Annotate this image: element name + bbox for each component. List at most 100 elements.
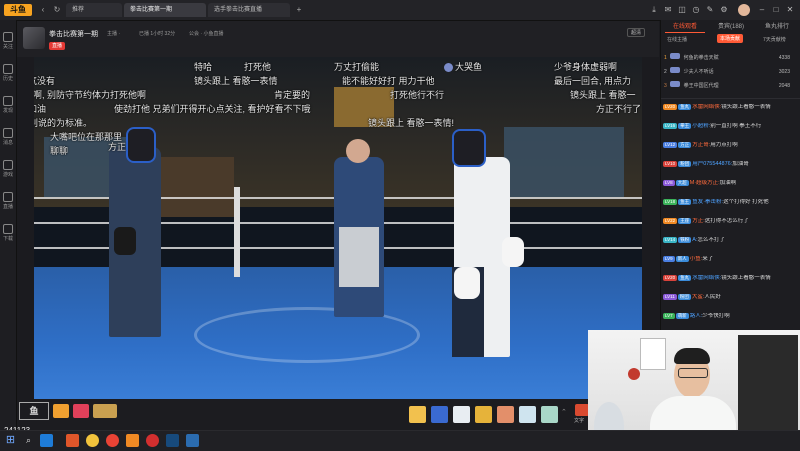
level-badge: LV18 xyxy=(663,199,678,205)
gift-bar: 鱼 ⌃ 文字 xyxy=(17,400,659,430)
subtab-7day[interactable]: 7天贡献榜 xyxy=(763,36,786,43)
sidebar-item-download[interactable]: 下载 xyxy=(0,222,16,244)
chevron-up-icon[interactable]: ⌃ xyxy=(561,408,567,416)
gift-item-icon[interactable] xyxy=(453,406,470,423)
chat-username[interactable]: 方正: xyxy=(692,218,705,224)
tab-label: 拳击比赛第一期 xyxy=(130,7,173,13)
gift-item-icon[interactable] xyxy=(475,406,492,423)
chat-username[interactable]: 大鲨: xyxy=(692,294,705,300)
chat-username[interactable]: M·超级方正: xyxy=(690,180,720,186)
sidebar-item-label: 下载 xyxy=(2,236,13,242)
streamer-avatar[interactable] xyxy=(23,27,45,49)
chat-username[interactable]: 小鱼: xyxy=(690,256,703,262)
tab-active-stream[interactable]: 拳击比赛第一期 xyxy=(124,3,206,17)
download-icon[interactable]: ⤓ xyxy=(648,4,660,16)
danmu-message: 能不能好好打 用力干他 xyxy=(342,76,435,86)
fish-logo-icon[interactable]: 鱼 xyxy=(19,402,49,420)
tab-rank[interactable]: 鱼丸排行 xyxy=(757,22,797,32)
app-icon[interactable] xyxy=(146,434,159,447)
app-icon[interactable] xyxy=(66,434,79,447)
danmu-message: 万丈打偷能 xyxy=(334,62,380,72)
referee-head xyxy=(346,139,370,163)
treasure-icon[interactable] xyxy=(53,404,69,418)
rank-score: 4338 xyxy=(778,55,790,61)
chat-username[interactable]: 方正哥: xyxy=(692,142,710,148)
stream-header: 拳击比赛第一期 直播 主播 · 已播 1小时 32分 公会 · 小鱼直播 超清 xyxy=(17,21,659,57)
fan-badge: 方正 xyxy=(678,142,692,148)
stream-guild: 公会 · 小鱼直播 xyxy=(189,31,224,37)
app-icon[interactable] xyxy=(86,434,99,447)
video-player[interactable]: 特哈 打死他 万丈打偷能 大哭鱼 少爷身体虚弱啊 气没有 镜头跟上 看憨一表情 … xyxy=(34,57,642,399)
new-tab-icon[interactable]: + xyxy=(294,5,304,15)
app-icon[interactable] xyxy=(186,434,199,447)
history-icon[interactable]: ◷ xyxy=(690,4,702,16)
rank-row[interactable]: 2 少夫人不听话 3023 xyxy=(664,66,798,78)
bag-icon[interactable]: ◫ xyxy=(676,4,688,16)
steam-icon[interactable] xyxy=(166,434,179,447)
rank-score: 2048 xyxy=(778,83,790,89)
tab-vip[interactable]: 贵宾(188) xyxy=(711,22,751,32)
minimize-icon[interactable]: – xyxy=(756,4,768,16)
windows-start-icon[interactable]: ⊞ xyxy=(4,434,17,447)
rank-score: 3023 xyxy=(778,69,790,75)
fan-badge: 拳王 xyxy=(678,123,692,129)
search-icon[interactable]: ⌕ xyxy=(22,434,35,447)
maximize-icon[interactable]: □ xyxy=(770,4,782,16)
sidebar-item-label: 发现 xyxy=(2,108,13,114)
sidebar-item-discover[interactable]: 发现 xyxy=(0,94,16,116)
gift-item-icon[interactable] xyxy=(431,406,448,423)
chat-username[interactable]: 路人: xyxy=(690,313,703,319)
sidebar-item-history[interactable]: 历史 xyxy=(0,62,16,84)
tab-label: 选手拳击比赛直播 xyxy=(214,7,263,13)
danmu-message: 肯定要的 xyxy=(274,90,311,100)
user-avatar[interactable] xyxy=(738,4,750,16)
level-badge: LV10 xyxy=(663,161,678,167)
chat-username[interactable]: 水雷网络侠: xyxy=(692,104,721,110)
gift-icon[interactable]: ✉ xyxy=(662,4,674,16)
app-logo[interactable]: 斗鱼 xyxy=(4,4,32,16)
chat-username[interactable]: 水雷网络侠: xyxy=(692,275,721,281)
sidebar-item-message[interactable]: 消息 xyxy=(0,126,16,148)
chat-username[interactable]: 小超粉: xyxy=(692,123,710,129)
gift-item-icon[interactable] xyxy=(541,406,558,423)
event-icon[interactable] xyxy=(93,404,117,418)
chrome-icon[interactable] xyxy=(106,434,119,447)
refresh-icon[interactable]: ↻ xyxy=(52,5,62,15)
sidebar-item-games[interactable]: 游戏 xyxy=(0,158,16,180)
close-icon[interactable]: ✕ xyxy=(784,4,796,16)
headgear-left xyxy=(126,127,156,163)
danmu-message: 打死他行不行 xyxy=(390,90,445,100)
subtab-online-streamer[interactable]: 在线主播 xyxy=(667,36,687,43)
rank-row[interactable]: 3 拳王中国区代理 2048 xyxy=(664,80,798,92)
taskview-icon[interactable] xyxy=(40,434,53,447)
settings-icon[interactable]: ⚙ xyxy=(718,4,730,16)
quality-select[interactable]: 超清 xyxy=(627,28,646,37)
rank-number: 1 xyxy=(664,55,667,61)
tab-online[interactable]: 在线观看 xyxy=(665,22,705,33)
danmu-message: 啥啊, 别防守节约体力打死他啊 xyxy=(34,90,147,100)
message-icon[interactable]: ✎ xyxy=(704,4,716,16)
douyu-icon[interactable] xyxy=(126,434,139,447)
sidebar-item-follow[interactable]: 关注 xyxy=(0,30,16,52)
gift-item-icon[interactable] xyxy=(497,406,514,423)
gift-item-icon[interactable] xyxy=(519,406,536,423)
rank-row[interactable]: 1 何鱼的拳击天赋 4338 xyxy=(664,52,798,64)
chat-text: 镜头跟上看憨一表情 xyxy=(721,275,771,281)
fan-badge: 鱼丸 xyxy=(678,275,692,281)
back-icon[interactable]: ‹ xyxy=(38,5,48,15)
tab-recommend[interactable]: 推荐 xyxy=(66,3,122,17)
chat-text: 镜头跟上看憨一表情 xyxy=(721,104,771,110)
gift-item-icon[interactable] xyxy=(409,406,426,423)
chat-text: 人民好 xyxy=(704,294,721,300)
sidebar-item-live[interactable]: 直播 xyxy=(0,190,16,212)
backpack-icon[interactable] xyxy=(575,404,589,416)
chat-message: LV12 方正 方正哥:用力点打啊 xyxy=(663,142,799,149)
danmu-message: 方正不行了 xyxy=(596,104,642,114)
chat-username[interactable]: 用户075544876: xyxy=(692,161,732,167)
tab-stream-2[interactable]: 选手拳击比赛直播 xyxy=(208,3,290,17)
danmu-message: 使劲打他 兄弟们开得开心点关注, 看护好看不下哦 xyxy=(114,104,311,114)
activity-icon[interactable] xyxy=(73,404,89,418)
subtab-contribution[interactable]: 本场贡献 xyxy=(717,34,744,43)
rank-name: 少夫人不听话 xyxy=(683,69,714,75)
chat-username[interactable]: 鱼友·拳击粉: xyxy=(692,199,723,205)
